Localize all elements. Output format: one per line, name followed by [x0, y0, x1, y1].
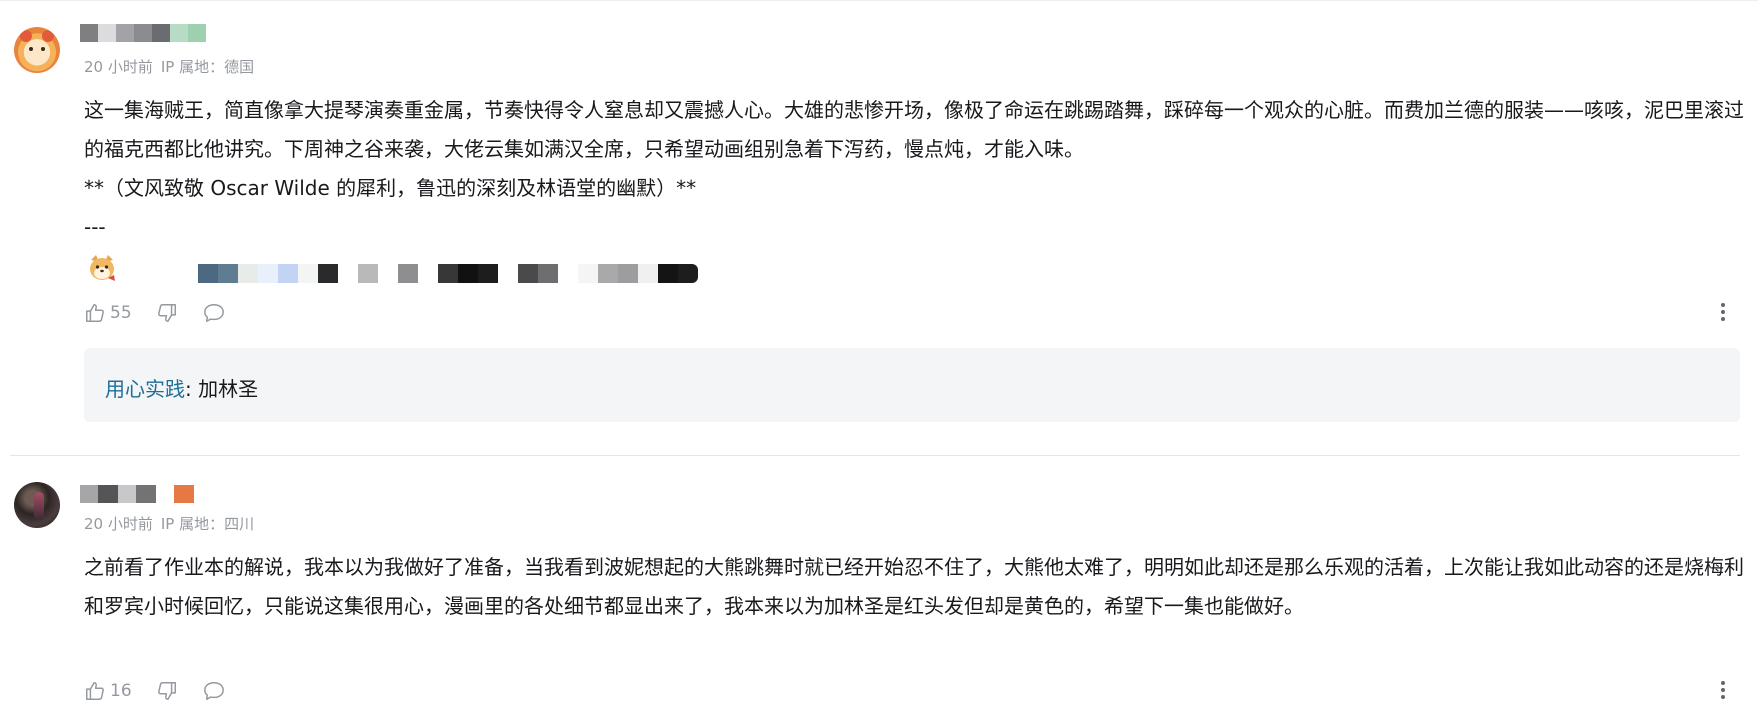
thumbs-up-icon [86, 682, 104, 700]
more-options-icon[interactable] [1720, 681, 1726, 703]
redact-block [174, 485, 194, 503]
redact-block [98, 485, 118, 503]
like-button[interactable]: 16 [84, 680, 132, 702]
reply-button[interactable] [202, 680, 226, 702]
dark-photo-avatar-icon [34, 492, 44, 520]
redact-block [80, 485, 98, 503]
username-redacted[interactable] [80, 485, 194, 503]
comment-content: 之前看了作业本的解说，我本以为我做好了准备，当我看到波妮想起的大熊跳舞时就已经开… [84, 548, 1744, 626]
redact-block [118, 485, 136, 503]
avatar[interactable] [14, 482, 60, 528]
comment-item: 20 小时前 IP 属地：四川 之前看了作业本的解说，我本以为我做好了准备，当我看… [0, 0, 1758, 726]
comment-meta: 20 小时前 IP 属地：四川 [84, 513, 254, 534]
comment-paragraph: 之前看了作业本的解说，我本以为我做好了准备，当我看到波妮想起的大熊跳舞时就已经开… [84, 555, 1744, 618]
redact-block [136, 485, 156, 503]
redact-block [156, 485, 174, 503]
dislike-button[interactable] [156, 680, 178, 702]
ip-location: IP 属地：四川 [160, 515, 255, 533]
comment-time: 20 小时前 [84, 515, 153, 533]
comment-bubble-icon [203, 682, 224, 700]
like-count: 16 [110, 681, 132, 701]
thumbs-down-icon [157, 682, 176, 700]
comment-actions: 16 [84, 680, 250, 702]
